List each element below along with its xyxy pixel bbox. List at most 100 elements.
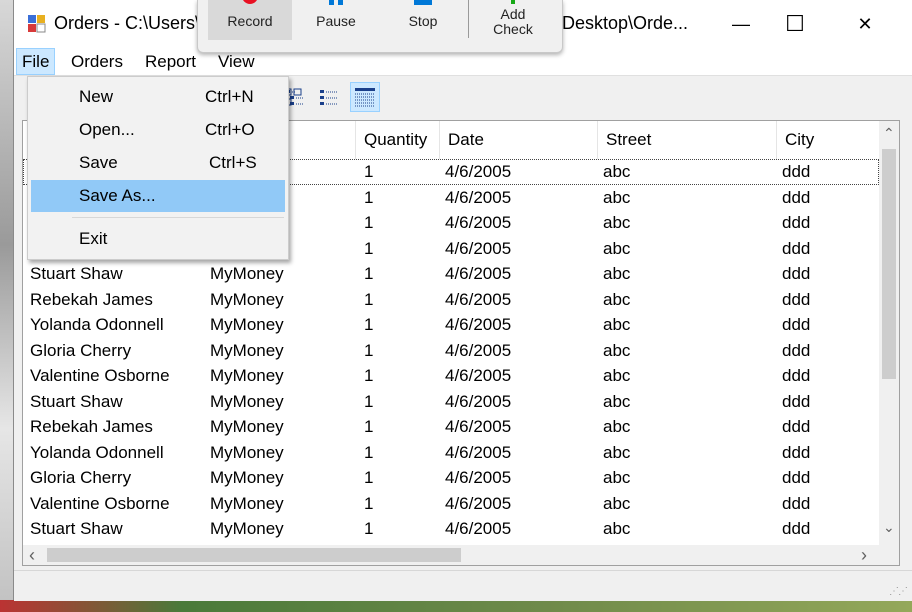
cell-street: abc [603,442,631,462]
vertical-scroll-thumb[interactable] [882,149,896,379]
cell-quantity: 1 [364,289,374,309]
record-icon [243,0,257,4]
cell-city: ddd [782,162,811,181]
record-button[interactable]: Record [208,0,292,40]
details-view-button[interactable] [350,82,380,112]
table-row[interactable]: Stuart Shaw MyMoney 1 4/6/2005 abc ddd [23,516,879,542]
cell-date: 4/6/2005 [445,340,512,360]
cell-city: ddd [782,315,811,334]
cell-city: ddd [782,213,811,232]
cell-quantity: 1 [364,264,374,283]
column-header-date[interactable]: Date [440,121,598,159]
cell-city: ddd [782,187,811,207]
stop-button[interactable]: Stop [381,0,465,40]
cell-quantity: 1 [364,187,374,207]
cell-name: Valentine Osborne [30,366,170,385]
cell-date: 4/6/2005 [445,187,512,207]
table-row[interactable]: Stuart Shaw MyMoney 1 4/6/2005 abc ddd [23,389,879,415]
pause-icon [329,0,343,5]
scroll-right-icon[interactable]: › [861,545,867,565]
horizontal-scrollbar[interactable]: ‹ › [23,545,879,565]
cell-date: 4/6/2005 [445,417,512,436]
menu-item-open[interactable]: Open... Ctrl+O [31,114,285,146]
table-row[interactable]: Gloria Cherry MyMoney 1 4/6/2005 abc ddd [23,465,879,491]
menu-item-exit[interactable]: Exit [31,223,285,255]
cell-date: 4/6/2005 [445,442,512,462]
window-title-right: Desktop\Orde... [562,13,689,33]
cell-city: ddd [782,417,811,436]
horizontal-scroll-thumb[interactable] [47,548,461,562]
details-view-icon [355,88,375,107]
table-row[interactable]: Gloria Cherry MyMoney 1 4/6/2005 abc ddd [23,338,879,364]
resize-grip-icon[interactable]: ⋰⋰ [889,586,908,597]
table-row[interactable]: Rebekah James MyMoney 1 4/6/2005 abc ddd [23,287,879,313]
scroll-down-icon[interactable]: ⌄ [883,519,895,536]
cell-product: MyMoney [210,468,284,487]
cell-city: ddd [782,391,811,411]
menu-item-save-as[interactable]: Save As... [31,180,285,212]
cell-street: abc [603,162,631,181]
cell-quantity: 1 [364,213,374,232]
cell-date: 4/6/2005 [445,468,512,487]
cell-street: abc [603,493,631,513]
menu-item-label: Open... [79,120,135,139]
close-button[interactable]: ✕ [842,0,888,48]
menu-separator [72,217,284,218]
menu-item-label: New [79,87,114,106]
column-header-quantity[interactable]: Quantity [356,121,440,159]
cell-city: ddd [782,238,811,258]
add-check-button[interactable]: Add Check [472,0,554,40]
menu-file[interactable]: File [16,48,56,75]
cell-name: Rebekah James [30,289,153,309]
menu-item-shortcut: Ctrl+S [209,153,257,172]
cell-city: ddd [782,264,811,283]
toolbar-separator [468,0,469,38]
menu-report[interactable]: Report [140,48,201,75]
menu-orders[interactable]: Orders [66,48,128,75]
cell-name: Stuart Shaw [30,519,123,538]
cell-name: Yolanda Odonnell [30,315,164,334]
add-check-icon [511,0,515,4]
cell-quantity: 1 [364,315,374,334]
cell-date: 4/6/2005 [445,213,512,232]
stop-label: Stop [408,13,438,29]
cell-date: 4/6/2005 [445,264,512,283]
scroll-up-icon[interactable]: ⌃ [883,125,895,142]
table-row[interactable]: Yolanda Odonnell MyMoney 1 4/6/2005 abc ddd [23,440,879,466]
list-view-button[interactable] [314,82,344,112]
cell-street: abc [603,289,631,309]
add-check-label-line1: Add [500,6,526,22]
minimize-button[interactable]: — [718,0,764,48]
cell-quantity: 1 [364,238,374,258]
menu-item-shortcut: Ctrl+O [205,120,255,139]
column-header-street[interactable]: Street [598,121,777,159]
table-row[interactable]: Yolanda Odonnell MyMoney 1 4/6/2005 abc ddd [23,312,879,338]
table-row[interactable]: Rebekah James MyMoney 1 4/6/2005 abc ddd [23,414,879,440]
cell-product: MyMoney [210,315,284,334]
pause-label: Pause [316,13,356,29]
cell-date: 4/6/2005 [445,493,512,513]
cell-city: ddd [782,366,811,385]
vertical-scrollbar[interactable]: ⌃ ⌄ [879,121,899,545]
menu-item-new[interactable]: New Ctrl+N [31,81,285,113]
table-row[interactable]: Valentine Osborne MyMoney 1 4/6/2005 abc ddd [23,363,879,389]
table-row[interactable]: Valentine Osborne MyMoney 1 4/6/2005 abc ddd [23,491,879,517]
menu-item-shortcut: Ctrl+N [205,87,254,106]
cell-product: MyMoney [210,340,284,360]
pause-button[interactable]: Pause [294,0,378,40]
cell-street: abc [603,340,631,360]
cell-city: ddd [782,442,811,462]
maximize-button[interactable]: ☐ [772,0,818,48]
table-row[interactable]: Stuart Shaw MyMoney 1 4/6/2005 abc ddd [23,261,879,287]
cell-city: ddd [782,468,811,487]
cell-street: abc [603,264,631,283]
cell-name: Valentine Osborne [30,493,170,513]
list-view-icon [320,90,337,105]
scroll-left-icon[interactable]: ‹ [29,545,35,565]
cell-product: MyMoney [210,442,284,462]
scroll-corner [879,545,899,565]
stop-icon [414,0,432,5]
menu-item-save[interactable]: Save Ctrl+S [31,147,285,179]
column-header-city[interactable]: City [777,121,879,159]
cell-street: abc [603,417,631,436]
